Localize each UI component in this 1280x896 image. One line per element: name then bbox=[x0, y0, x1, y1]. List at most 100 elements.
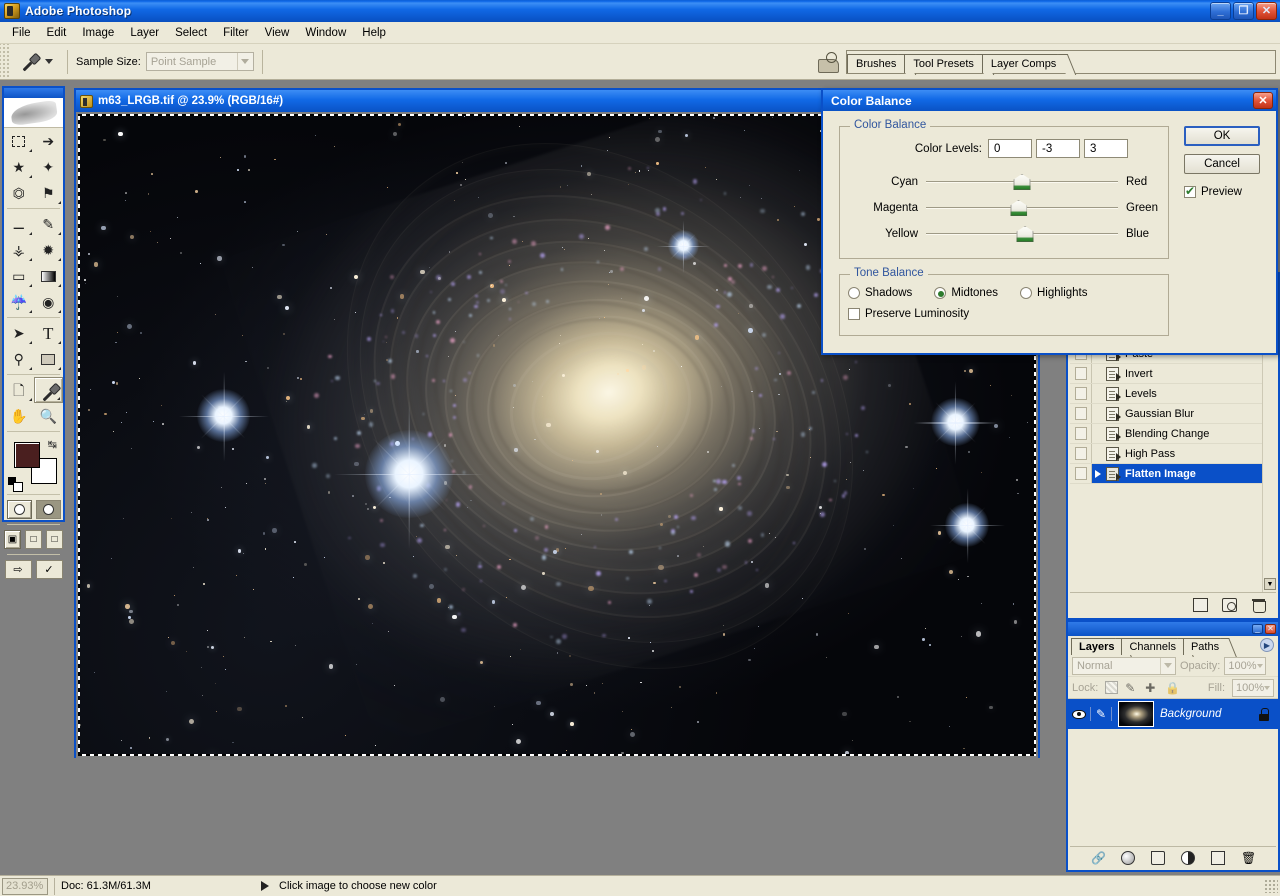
adjustment-layer-icon[interactable] bbox=[1181, 851, 1195, 865]
color-level-cyan-red-input[interactable]: 0 bbox=[988, 139, 1032, 158]
tool-zoom[interactable]: 🔍 bbox=[34, 403, 64, 429]
tool-crop[interactable]: ⏣ bbox=[4, 180, 34, 206]
history-snapshot-source-box[interactable] bbox=[1070, 384, 1092, 403]
history-item[interactable]: Invert bbox=[1070, 364, 1276, 384]
history-item[interactable]: Flatten Image bbox=[1070, 464, 1276, 484]
preview-checkbox[interactable]: Preview bbox=[1184, 186, 1260, 198]
new-snapshot-icon[interactable] bbox=[1222, 598, 1237, 612]
tab-layers[interactable]: Layers bbox=[1071, 638, 1121, 655]
history-snapshot-source-box[interactable] bbox=[1070, 444, 1092, 463]
tool-marquee[interactable] bbox=[4, 128, 34, 154]
full-screen-mode-button[interactable]: □ bbox=[46, 530, 63, 549]
current-tool-picker[interactable] bbox=[9, 51, 59, 73]
tab-paths[interactable]: Paths bbox=[1183, 638, 1226, 655]
tool-type[interactable]: T bbox=[34, 320, 64, 346]
foreground-color-swatch[interactable] bbox=[14, 442, 40, 468]
palette-menu-icon[interactable]: ▶ bbox=[1260, 638, 1274, 652]
tool-gradient[interactable] bbox=[34, 263, 64, 289]
tool-magic-wand[interactable]: ✦ bbox=[34, 154, 64, 180]
menu-help[interactable]: Help bbox=[354, 25, 394, 41]
tool-dodge[interactable]: ◉ bbox=[34, 289, 64, 315]
minimize-button[interactable]: _ bbox=[1210, 2, 1231, 20]
history-item[interactable]: Gaussian Blur bbox=[1070, 404, 1276, 424]
fill-input[interactable]: 100% bbox=[1232, 679, 1274, 697]
zoom-level-input[interactable]: 23.93% bbox=[2, 878, 48, 895]
history-snapshot-source-box[interactable] bbox=[1070, 364, 1092, 383]
tool-eraser[interactable]: ▭ bbox=[4, 263, 34, 289]
chevron-down-icon[interactable] bbox=[1160, 658, 1175, 674]
menu-window[interactable]: Window bbox=[297, 25, 354, 41]
restore-button[interactable]: ❐ bbox=[1233, 2, 1254, 20]
document-size-info[interactable]: Doc: 61.3M/61.3M bbox=[61, 880, 261, 892]
tab-channels[interactable]: Channels bbox=[1121, 638, 1182, 655]
blend-mode-select[interactable]: Normal bbox=[1072, 657, 1176, 675]
menu-image[interactable]: Image bbox=[74, 25, 122, 41]
edit-in-photoshop-button[interactable]: ✓ bbox=[36, 560, 63, 579]
sample-size-select[interactable]: Point Sample bbox=[146, 52, 254, 71]
tool-hand[interactable]: ✋ bbox=[4, 403, 34, 429]
tool-rectangle[interactable] bbox=[34, 346, 64, 372]
lock-transparency-icon[interactable] bbox=[1105, 681, 1118, 694]
menu-layer[interactable]: Layer bbox=[122, 25, 167, 41]
chevron-down-icon[interactable] bbox=[237, 53, 253, 70]
layer-row-background[interactable]: ✎ Background bbox=[1068, 699, 1278, 729]
history-item[interactable]: High Pass bbox=[1070, 444, 1276, 464]
menu-file[interactable]: File bbox=[4, 25, 39, 41]
chevron-down-icon[interactable] bbox=[45, 59, 53, 64]
layers-palette-titlebar[interactable]: _ ✕ bbox=[1068, 622, 1278, 636]
scroll-down-button[interactable]: ▼ bbox=[1264, 578, 1276, 590]
new-group-icon[interactable] bbox=[1151, 851, 1165, 865]
yellow-blue-slider-thumb[interactable] bbox=[1017, 226, 1034, 242]
tab-tool-presets[interactable]: Tool Presets bbox=[904, 54, 982, 73]
history-snapshot-source-box[interactable] bbox=[1070, 404, 1092, 423]
magenta-green-slider[interactable] bbox=[926, 200, 1118, 216]
swap-colors-icon[interactable]: ↹ bbox=[48, 438, 57, 451]
layers-close-button[interactable]: ✕ bbox=[1265, 624, 1276, 634]
lock-all-icon[interactable]: 🔒 bbox=[1165, 681, 1178, 694]
tab-layer-comps[interactable]: Layer Comps bbox=[982, 54, 1064, 73]
dialog-close-button[interactable]: ✕ bbox=[1253, 92, 1273, 109]
tool-move[interactable]: ➔ bbox=[34, 128, 64, 154]
toolbox-title-grip[interactable] bbox=[4, 88, 63, 98]
tool-history-brush[interactable]: ✹ bbox=[34, 237, 64, 263]
lock-position-icon[interactable]: ✚ bbox=[1145, 681, 1158, 694]
menu-select[interactable]: Select bbox=[167, 25, 215, 41]
radio-midtones[interactable]: Midtones bbox=[934, 287, 998, 299]
new-layer-icon[interactable] bbox=[1211, 851, 1225, 865]
menu-edit[interactable]: Edit bbox=[39, 25, 75, 41]
quick-mask-mode-button[interactable] bbox=[36, 500, 61, 519]
close-button[interactable]: ✕ bbox=[1256, 2, 1277, 20]
preserve-luminosity-checkbox[interactable]: Preserve Luminosity bbox=[848, 308, 969, 320]
tool-brush[interactable]: ✎ bbox=[34, 211, 64, 237]
cancel-button[interactable]: Cancel bbox=[1184, 154, 1260, 174]
history-snapshot-source-box[interactable] bbox=[1070, 424, 1092, 443]
color-level-yellow-blue-input[interactable]: 3 bbox=[1084, 139, 1128, 158]
default-colors-icon[interactable] bbox=[8, 477, 21, 490]
file-browser-icon[interactable] bbox=[816, 50, 840, 74]
cyan-red-slider-thumb[interactable] bbox=[1014, 174, 1031, 190]
history-item[interactable]: Levels bbox=[1070, 384, 1276, 404]
menu-view[interactable]: View bbox=[257, 25, 298, 41]
menu-filter[interactable]: Filter bbox=[215, 25, 257, 41]
lock-image-icon[interactable]: ✎ bbox=[1125, 681, 1138, 694]
tool-clone-stamp[interactable]: ⚶ bbox=[4, 237, 34, 263]
tool-notes[interactable]: 🗋 bbox=[4, 377, 34, 403]
cyan-red-slider[interactable] bbox=[926, 174, 1118, 190]
layer-visibility-toggle[interactable] bbox=[1068, 710, 1090, 719]
opacity-input[interactable]: 100% bbox=[1224, 657, 1266, 675]
tool-eyedropper[interactable] bbox=[34, 377, 64, 403]
status-menu-arrow-icon[interactable] bbox=[261, 881, 269, 891]
magenta-green-slider-thumb[interactable] bbox=[1010, 200, 1027, 216]
tool-slice[interactable]: ⚑ bbox=[34, 180, 64, 206]
layer-style-icon[interactable] bbox=[1121, 851, 1135, 865]
radio-shadows[interactable]: Shadows bbox=[848, 287, 912, 299]
layers-minimize-button[interactable]: _ bbox=[1252, 624, 1263, 634]
delete-layer-icon[interactable]: 🗑 bbox=[1241, 851, 1255, 865]
ok-button[interactable]: OK bbox=[1184, 126, 1260, 146]
color-level-magenta-green-input[interactable]: -3 bbox=[1036, 139, 1080, 158]
history-snapshot-source-box[interactable] bbox=[1070, 464, 1092, 483]
tool-lasso[interactable]: ★ bbox=[4, 154, 34, 180]
history-item[interactable]: Blending Change bbox=[1070, 424, 1276, 444]
delete-state-icon[interactable] bbox=[1251, 598, 1266, 612]
dialog-titlebar[interactable]: Color Balance ✕ bbox=[823, 90, 1276, 111]
